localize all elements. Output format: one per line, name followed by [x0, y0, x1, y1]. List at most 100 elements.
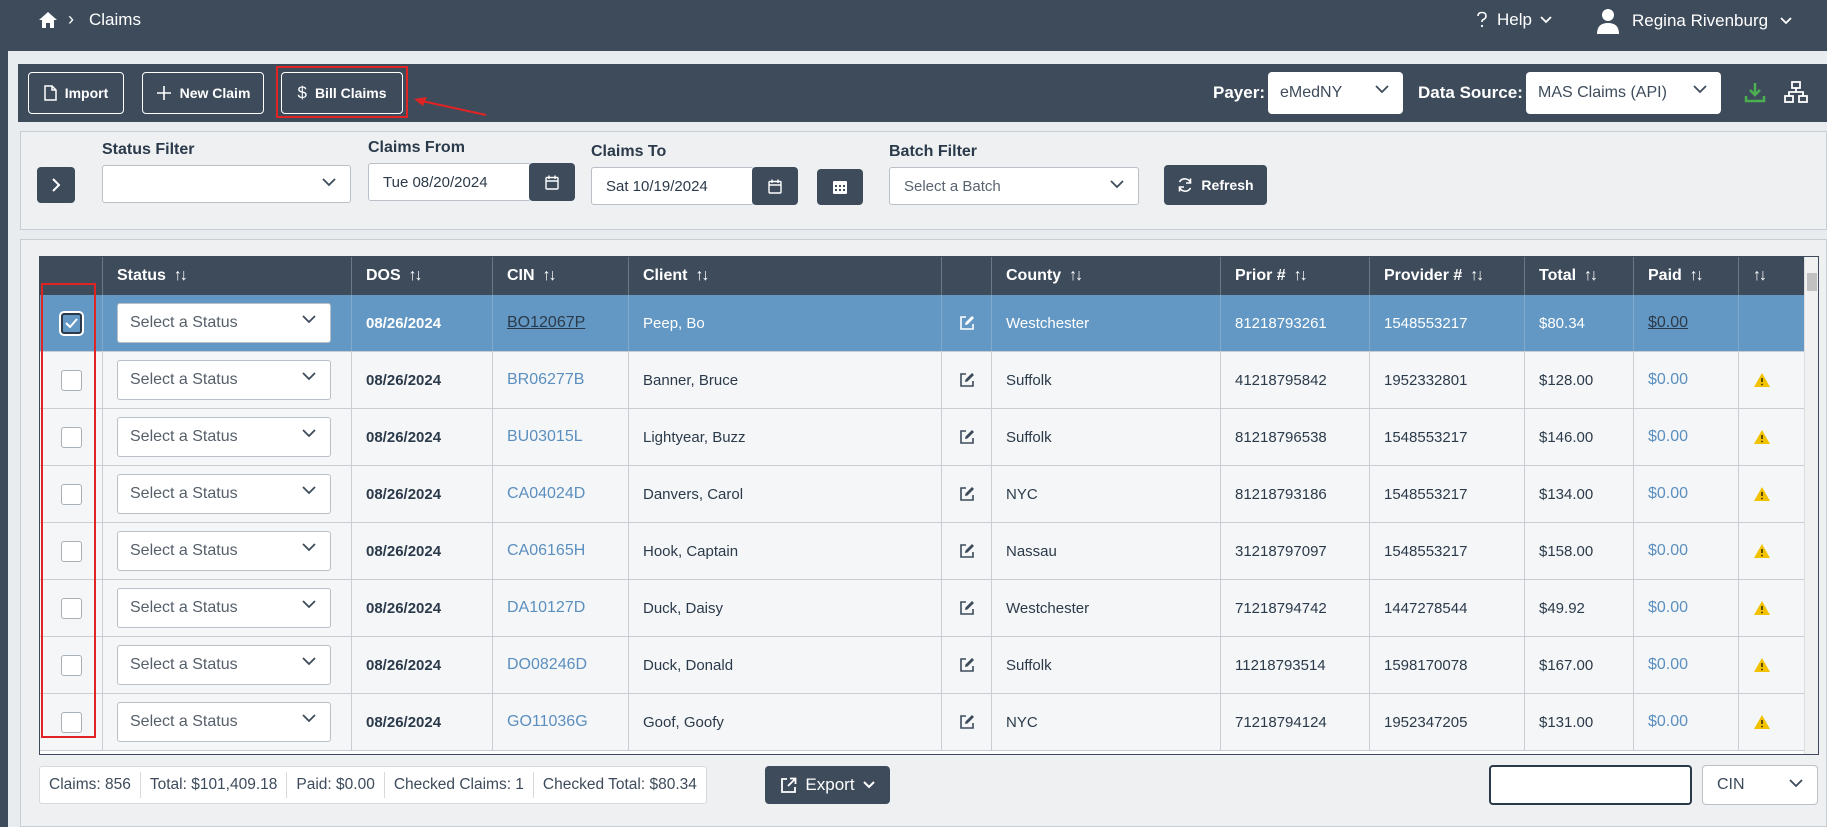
table-row[interactable]: Select a Status 08/26/2024 BO12067P Peep, B… — [40, 295, 1818, 352]
header-client[interactable]: Client ↑↓ — [629, 257, 942, 295]
cin-link[interactable]: GO11036G — [507, 713, 588, 731]
row-status-select[interactable]: Select a Status — [117, 702, 331, 742]
cin-link[interactable]: BU03015L — [507, 428, 583, 446]
table-row[interactable]: Select a Status 08/26/2024 BR06277B Banner,… — [40, 352, 1818, 409]
paid-link[interactable]: $0.00 — [1648, 713, 1688, 731]
external-link-icon — [781, 777, 797, 793]
payer-value: eMedNY — [1280, 84, 1343, 101]
paid-link[interactable]: $0.00 — [1648, 371, 1688, 389]
row-status-select[interactable]: Select a Status — [117, 360, 331, 400]
row-status-placeholder: Select a Status — [130, 428, 238, 445]
header-status[interactable]: Status ↑↓ — [103, 257, 352, 295]
table-row[interactable]: Select a Status 08/26/2024 DO08246D Duck, D… — [40, 637, 1818, 694]
cell-dos-text: 08/26/2024 — [366, 656, 442, 674]
chevron-down-icon — [302, 315, 316, 324]
cell-prior: 11218793514 — [1221, 637, 1370, 693]
cin-link[interactable]: CA04024D — [507, 485, 585, 503]
edit-icon[interactable] — [959, 657, 975, 673]
paid-link[interactable]: $0.00 — [1648, 542, 1688, 560]
edit-icon[interactable] — [959, 486, 975, 502]
header-cin[interactable]: CIN ↑↓ — [493, 257, 629, 295]
row-status-select[interactable]: Select a Status — [117, 531, 331, 571]
table-row[interactable]: Select a Status 08/26/2024 CA06165H Hook, C… — [40, 523, 1818, 580]
cell-client: Banner, Bruce — [629, 352, 942, 408]
calendar-grid-icon — [833, 181, 847, 194]
edit-icon[interactable] — [959, 600, 975, 616]
cell-client-text: Duck, Daisy — [643, 599, 724, 617]
cin-link[interactable]: DA10127D — [507, 599, 585, 617]
claims-to-input[interactable]: Sat 10/19/2024 — [591, 167, 754, 205]
cell-edit — [942, 580, 992, 636]
header-dos[interactable]: DOS ↑↓ — [352, 257, 493, 295]
cin-link[interactable]: BO12067P — [507, 314, 585, 332]
cin-link[interactable]: BR06277B — [507, 371, 584, 389]
cin-link[interactable]: CA06165H — [507, 542, 585, 560]
cell-edit — [942, 637, 992, 693]
cell-provider-text: 1548553217 — [1384, 542, 1468, 560]
cell-status: Select a Status — [103, 637, 352, 693]
refresh-button[interactable]: Refresh — [1164, 165, 1267, 205]
batch-filter-select[interactable]: Select a Batch — [889, 167, 1139, 205]
cell-paid: $0.00 — [1634, 580, 1739, 636]
home-icon[interactable] — [38, 10, 58, 30]
scrollbar-thumb[interactable] — [1807, 273, 1817, 291]
header-county[interactable]: County ↑↓ — [992, 257, 1221, 295]
breadcrumb[interactable]: Claims — [89, 10, 141, 30]
claims-from-calendar-button[interactable] — [529, 163, 575, 201]
row-status-select[interactable]: Select a Status — [117, 588, 331, 628]
cell-county-text: Westchester — [1006, 314, 1090, 332]
cell-county-text: Westchester — [1006, 599, 1090, 617]
cell-paid: $0.00 — [1634, 694, 1739, 750]
header-total[interactable]: Total ↑↓ — [1525, 257, 1634, 295]
cell-county: NYC — [992, 466, 1221, 522]
edit-icon[interactable] — [959, 543, 975, 559]
header-flag[interactable]: ↑↓ — [1739, 257, 1806, 295]
claims-from-input[interactable]: Tue 08/20/2024 — [368, 163, 531, 201]
table-row[interactable]: Select a Status 08/26/2024 GO11036G Goof, G… — [40, 694, 1818, 751]
edit-icon[interactable] — [959, 315, 975, 331]
cell-prior-text: 31218797097 — [1235, 542, 1327, 560]
header-provider[interactable]: Provider # ↑↓ — [1370, 257, 1525, 295]
user-menu[interactable]: Regina Rivenburg — [1596, 8, 1792, 34]
claims-table: Status ↑↓ DOS ↑↓ CIN ↑↓ Client ↑↓ County ↑↓ P… — [39, 256, 1819, 755]
paid-link[interactable]: $0.00 — [1648, 314, 1688, 332]
row-status-select[interactable]: Select a Status — [117, 645, 331, 685]
payer-select[interactable]: eMedNY — [1268, 72, 1403, 114]
edit-icon[interactable] — [959, 429, 975, 445]
header-prior[interactable]: Prior # ↑↓ — [1221, 257, 1370, 295]
row-status-select[interactable]: Select a Status — [117, 417, 331, 457]
cell-provider: 1548553217 — [1370, 523, 1525, 579]
table-row[interactable]: Select a Status 08/26/2024 BU03015L Lightye… — [40, 409, 1818, 466]
header-paid[interactable]: Paid ↑↓ — [1634, 257, 1739, 295]
export-button[interactable]: Export — [765, 766, 890, 804]
paid-link[interactable]: $0.00 — [1648, 599, 1688, 617]
scrollbar[interactable] — [1804, 257, 1818, 754]
paid-link[interactable]: $0.00 — [1648, 428, 1688, 446]
sitemap-icon[interactable] — [1784, 81, 1808, 103]
cell-provider-text: 1447278544 — [1384, 599, 1468, 617]
help-menu[interactable]: Help — [1475, 10, 1552, 30]
claims-to-calendar-button[interactable] — [752, 167, 798, 205]
status-filter-select[interactable] — [102, 165, 351, 203]
sort-icon: ↑↓ — [1753, 267, 1767, 284]
import-button[interactable]: Import — [28, 72, 124, 114]
data-source-select[interactable]: MAS Claims (API) — [1526, 72, 1721, 114]
new-claim-button[interactable]: New Claim — [142, 72, 264, 114]
warning-icon — [1754, 430, 1770, 444]
search-input[interactable] — [1489, 765, 1692, 805]
paid-link[interactable]: $0.00 — [1648, 485, 1688, 503]
paid-link[interactable]: $0.00 — [1648, 656, 1688, 674]
edit-icon[interactable] — [959, 372, 975, 388]
edit-icon[interactable] — [959, 714, 975, 730]
table-row[interactable]: Select a Status 08/26/2024 DA10127D Duck, D… — [40, 580, 1818, 637]
calendar-icon — [545, 175, 559, 190]
search-field-select[interactable]: CIN — [1702, 765, 1818, 805]
row-status-select[interactable]: Select a Status — [117, 474, 331, 514]
table-row[interactable]: Select a Status 08/26/2024 CA04024D Danvers… — [40, 466, 1818, 523]
cin-link[interactable]: DO08246D — [507, 656, 587, 674]
download-icon[interactable] — [1744, 81, 1766, 103]
calendar-range-button[interactable] — [817, 169, 863, 205]
row-status-select[interactable]: Select a Status — [117, 303, 331, 343]
cell-provider: 1952332801 — [1370, 352, 1525, 408]
expand-button[interactable] — [37, 167, 75, 203]
